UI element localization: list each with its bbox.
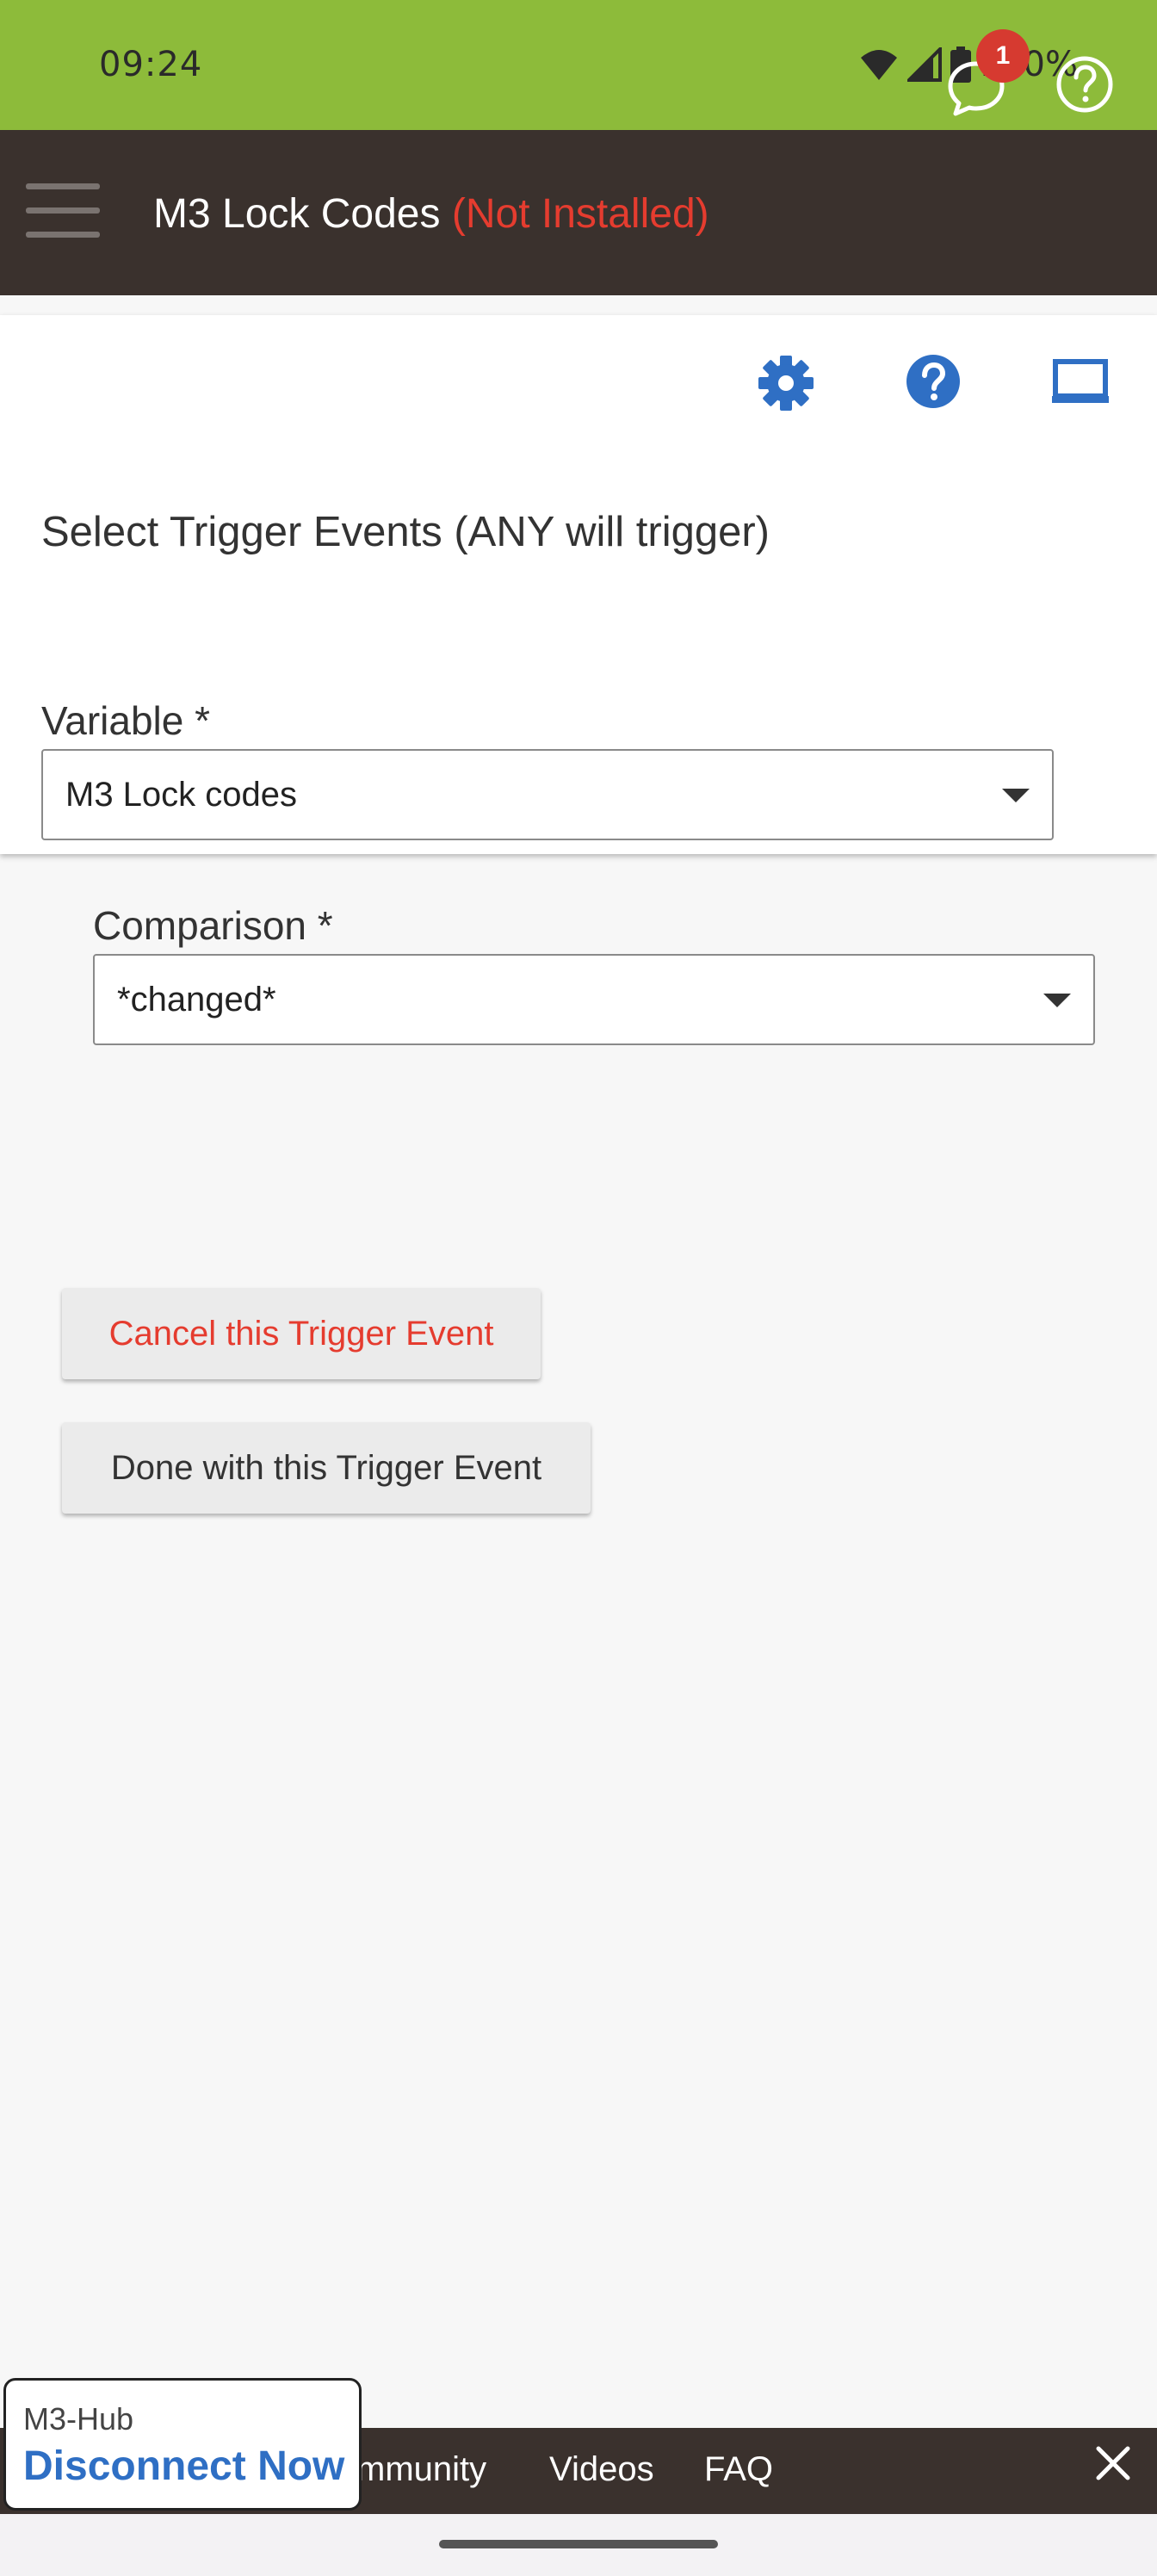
comparison-value: *changed* — [117, 980, 276, 1019]
monitor-icon[interactable] — [1052, 358, 1109, 406]
section-title: Select Trigger Events (ANY will trigger) — [41, 509, 770, 555]
chevron-down-icon — [1002, 789, 1030, 802]
wifi-icon — [860, 50, 897, 80]
app-title: M3 Lock Codes — [153, 191, 441, 237]
help-circle-icon[interactable] — [1054, 53, 1116, 115]
hub-name: M3-Hub — [23, 2401, 134, 2437]
chevron-down-icon — [1043, 994, 1071, 1007]
install-status: (Not Installed) — [451, 191, 709, 237]
variable-value: M3 Lock codes — [65, 775, 298, 814]
menu-icon[interactable] — [26, 183, 100, 240]
nav-link-videos[interactable]: Videos — [549, 2450, 654, 2489]
help-icon[interactable] — [905, 353, 962, 410]
variable-select[interactable]: M3 Lock codes — [41, 749, 1054, 840]
page-title: M3 Lock Codes (Not Installed) — [153, 190, 709, 238]
disconnect-button[interactable]: Disconnect Now — [23, 2443, 344, 2490]
gesture-handle[interactable] — [439, 2540, 718, 2548]
status-time: 09:24 — [99, 45, 203, 84]
comparison-select[interactable]: *changed* — [93, 954, 1095, 1045]
nav-link-community[interactable]: mmunity — [356, 2450, 486, 2489]
close-icon[interactable] — [1092, 2442, 1135, 2485]
nav-link-faq[interactable]: FAQ — [704, 2450, 773, 2489]
notification-badge: 1 — [976, 29, 1030, 83]
hub-popup[interactable]: M3-Hub Disconnect Now — [3, 2378, 362, 2511]
cancel-trigger-button[interactable]: Cancel this Trigger Event — [62, 1288, 541, 1379]
comparison-label: Comparison * — [93, 903, 333, 948]
app-header: M3 Lock Codes (Not Installed) — [0, 130, 1157, 295]
gear-icon[interactable] — [758, 355, 814, 412]
variable-label: Variable * — [41, 698, 211, 743]
signal-icon — [906, 47, 942, 82]
done-trigger-button[interactable]: Done with this Trigger Event — [62, 1422, 591, 1514]
